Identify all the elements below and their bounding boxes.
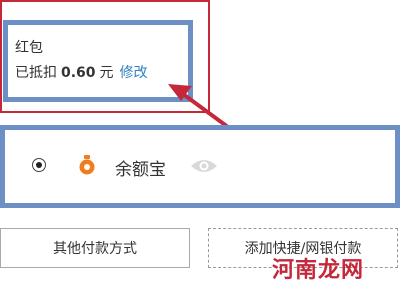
amount-unit: 元	[99, 65, 114, 81]
modify-coupon-link[interactable]: 修改	[120, 65, 148, 81]
add-payment-button[interactable]: 添加快捷/网银付款	[208, 228, 398, 268]
coupon-deduction-line: 已抵扣 0.60 元修改	[15, 62, 148, 82]
yuebao-icon	[79, 155, 95, 175]
yuebao-radio[interactable]	[32, 158, 46, 172]
coupon-highlight-frame	[3, 20, 193, 102]
yuebao-label: 余额宝	[115, 160, 166, 180]
deducted-amount: 0.60	[61, 65, 96, 81]
other-payment-button[interactable]: 其他付款方式	[0, 228, 190, 268]
deducted-prefix: 已抵扣	[15, 65, 57, 81]
eye-icon[interactable]	[190, 157, 218, 175]
payment-page: 红包 已抵扣 0.60 元修改 余额宝 其他付款方式 添加快捷/网银付款 河南龙网	[0, 0, 400, 300]
coupon-title: 红包	[15, 40, 43, 56]
